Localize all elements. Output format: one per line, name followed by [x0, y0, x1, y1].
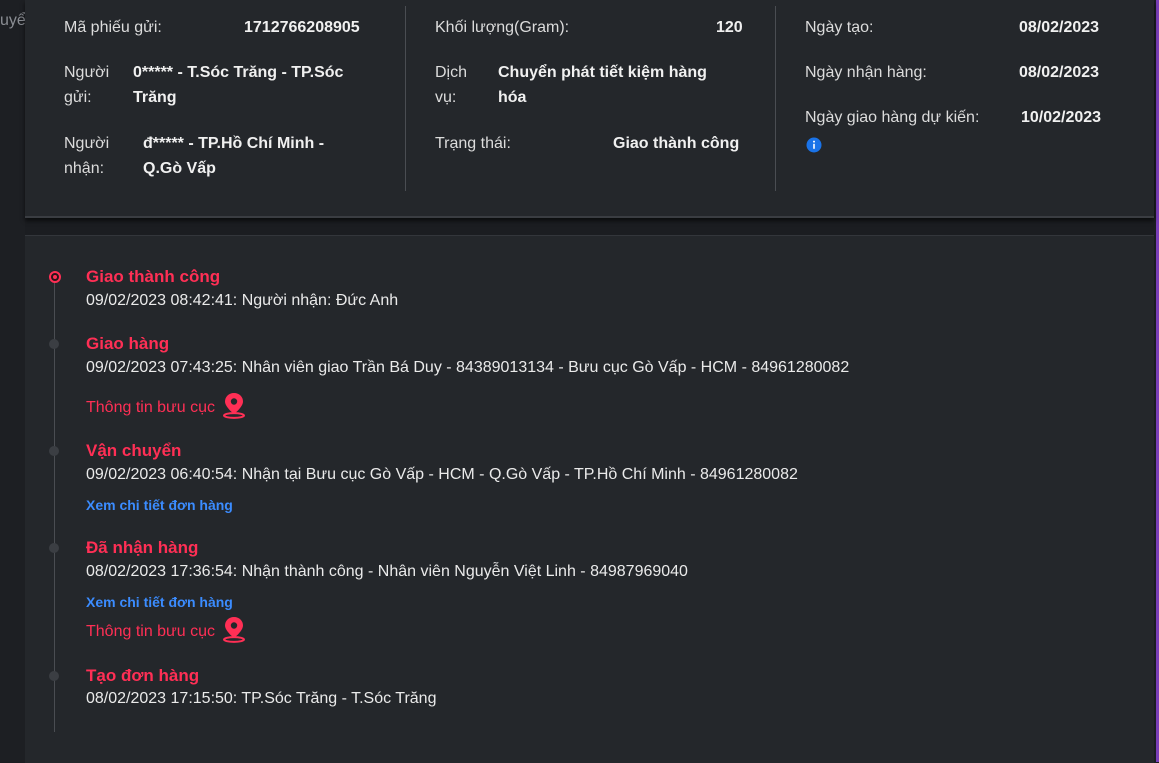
sender-label-line2: gửi:	[64, 89, 92, 106]
event-description: 08/02/2023 17:15:50: TP.Sóc Trăng - T.Só…	[86, 690, 437, 707]
received-date-label-wrap: Ngày nhận hàng:	[805, 60, 927, 85]
event-title: Vận chuyển	[86, 441, 182, 460]
created-date-value: 08/02/2023	[1019, 19, 1100, 36]
tracking-code-value-wrap: 1712766208905	[244, 15, 360, 40]
weight-label: Khối lượng(Gram):	[435, 19, 570, 36]
sender-receiver-column: Mã phiếu gửi: 1712766208905 Người gửi: 0…	[25, 0, 405, 216]
created-date-value-wrap: 08/02/2023	[1019, 15, 1099, 40]
post-office-info-link[interactable]: Thông tin bưu cục	[86, 391, 247, 424]
tracking-code-value: 1712766208905	[244, 19, 360, 36]
status-label: Trạng thái:	[435, 135, 511, 152]
sender-label-line1: Người	[64, 64, 110, 81]
receiver-value-line1: đ***** - TP.Hồ Chí Minh -	[143, 135, 325, 152]
service-label-line1: Dịch	[435, 64, 468, 81]
weight-value: 120	[716, 19, 743, 36]
sender-value-line1: 0***** - T.Sóc Trăng - TP.Sóc	[133, 64, 344, 81]
event-description: 09/02/2023 06:40:54: Nhận tại Bưu cục Gò…	[86, 466, 798, 483]
expected-date-label: Ngày giao hàng dự kiến:	[805, 109, 980, 126]
received-date-value: 08/02/2023	[1019, 64, 1100, 81]
status-value-wrap: Giao thành công	[613, 131, 739, 156]
order-detail-link[interactable]: Xem chi tiết đơn hàng	[86, 594, 233, 610]
receiver-label-line2: nhận:	[64, 160, 105, 177]
expected-date-label-wrap: Ngày giao hàng dự kiến:	[805, 105, 979, 130]
info-icon[interactable]	[806, 137, 822, 158]
receiver-label-line1: Người	[64, 135, 110, 152]
event-description: 08/02/2023 17:36:54: Nhận thành công - N…	[86, 563, 688, 580]
expected-date-value-wrap: 10/02/2023	[1021, 105, 1101, 130]
timeline-dot	[49, 339, 59, 349]
location-pin-icon	[221, 615, 247, 648]
status-label-wrap: Trạng thái:	[435, 131, 511, 156]
created-date-label-wrap: Ngày tạo:	[805, 15, 873, 40]
service-value: Chuyển phát tiết kiệm hàng hóa	[498, 60, 707, 110]
post-office-info-link[interactable]: Thông tin bưu cục	[86, 615, 247, 648]
tracking-timeline-card: Giao thành công 09/02/2023 08:42:41: Ngư…	[25, 235, 1154, 763]
weight-value-wrap: 120	[716, 15, 743, 40]
sender-label: Người gửi:	[64, 60, 109, 110]
status-value: Giao thành công	[613, 135, 740, 152]
dates-column: Ngày tạo: 08/02/2023 Ngày nhận hàng: 08/…	[775, 0, 1154, 216]
post-office-info-label: Thông tin bưu cục	[86, 622, 216, 640]
tracking-code-row: Mã phiếu gửi:	[64, 15, 162, 40]
sender-value-line2: Trăng	[133, 89, 177, 106]
package-column: Khối lượng(Gram): 120 Dịch vụ: Chuyển ph…	[405, 0, 775, 216]
event-title: Đã nhận hàng	[86, 538, 199, 557]
sender-value: 0***** - T.Sóc Trăng - TP.Sóc Trăng	[133, 60, 343, 110]
post-office-info-label: Thông tin bưu cục	[86, 398, 216, 416]
left-rail	[0, 0, 25, 762]
weight-label-wrap: Khối lượng(Gram):	[435, 15, 569, 40]
shipment-info-card: Mã phiếu gửi: 1712766208905 Người gửi: 0…	[25, 0, 1154, 218]
timeline-dot	[49, 671, 59, 681]
service-label: Dịch vụ:	[435, 60, 467, 110]
event-description: 09/02/2023 07:43:25: Nhân viên giao Trần…	[86, 359, 850, 376]
service-value-line1: Chuyển phát tiết kiệm hàng	[498, 64, 707, 81]
received-date-label: Ngày nhận hàng:	[805, 64, 927, 81]
order-detail-link[interactable]: Xem chi tiết đơn hàng	[86, 497, 233, 513]
timeline-dot	[49, 543, 59, 553]
timeline-dot-active	[49, 271, 61, 283]
event-title: Giao hàng	[86, 334, 170, 353]
event-title: Giao thành công	[86, 267, 221, 286]
location-pin-icon	[221, 391, 247, 424]
timeline-dot	[49, 446, 59, 456]
expected-date-value: 10/02/2023	[1021, 109, 1102, 126]
created-date-label: Ngày tạo:	[805, 19, 874, 36]
receiver-label: Người nhận:	[64, 131, 109, 181]
receiver-value-line2: Q.Gò Vấp	[143, 160, 216, 177]
service-label-line2: vụ:	[435, 89, 457, 106]
event-description: 09/02/2023 08:42:41: Người nhận: Đức Anh	[86, 292, 399, 309]
received-date-value-wrap: 08/02/2023	[1019, 60, 1099, 85]
receiver-value: đ***** - TP.Hồ Chí Minh - Q.Gò Vấp	[143, 131, 324, 181]
service-value-line2: hóa	[498, 89, 527, 106]
event-title: Tạo đơn hàng	[86, 666, 200, 685]
tracking-code-label: Mã phiếu gửi:	[64, 19, 162, 36]
